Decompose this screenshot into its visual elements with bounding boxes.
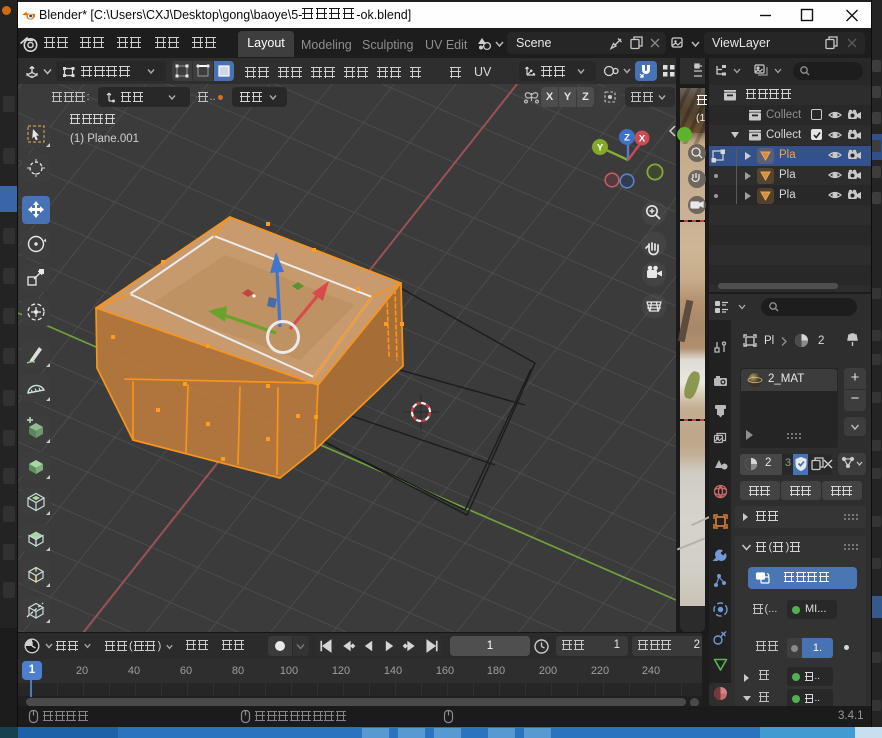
svg-text:X: X [639, 134, 646, 145]
svg-text:Z: Z [624, 133, 630, 144]
svg-text:Y: Y [597, 143, 604, 154]
